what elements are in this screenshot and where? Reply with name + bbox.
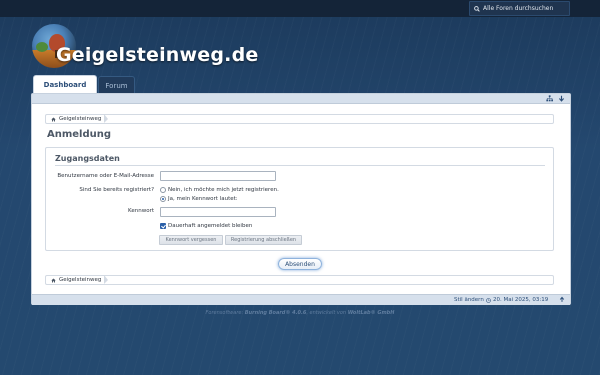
copyright-prefix: Forensoftware: [205, 310, 245, 316]
remember-me[interactable]: Dauerhaft angemeldet bleiben [160, 223, 252, 229]
clock-icon [486, 297, 491, 303]
home-icon [51, 278, 56, 283]
copyright-middle: , entwickelt von [306, 310, 348, 316]
radio-no-label: Nein, ich möchte mich jetzt registrieren… [168, 187, 279, 193]
username-input[interactable] [160, 171, 276, 181]
password-label: Kennwort [128, 208, 154, 214]
radio-register-now[interactable]: Nein, ich möchte mich jetzt registrieren… [160, 187, 279, 193]
footer-datetime: 20. Mai 2025, 03:19 [486, 297, 548, 303]
copyright-product[interactable]: Burning Board® 4.0.6 [245, 310, 307, 316]
breadcrumb: Geigelsteinweg [45, 114, 554, 124]
scroll-top-button[interactable] [559, 296, 565, 305]
search-placeholder: Alle Foren durchsuchen [483, 5, 554, 12]
breadcrumb-separator [104, 114, 109, 124]
remember-label: Dauerhaft angemeldet bleiben [168, 223, 253, 229]
radio-yes-label: Ja, mein Kennwort lautet: [168, 196, 238, 202]
remember-checkbox[interactable] [160, 223, 166, 229]
panel-toolbar [32, 94, 570, 104]
home-icon [51, 117, 56, 122]
submit-button[interactable]: Absenden [278, 258, 322, 270]
search-box[interactable]: Alle Foren durchsuchen [469, 1, 570, 16]
legend-divider [55, 165, 545, 166]
breadcrumb-bottom: Geigelsteinweg [45, 275, 554, 285]
finish-registration-button[interactable]: Registrierung abschließen [225, 235, 302, 245]
breadcrumb-separator [104, 275, 109, 285]
top-bar: Alle Foren durchsuchen [0, 0, 600, 17]
radio-yes[interactable] [160, 196, 166, 202]
username-label: Benutzername oder E-Mail-Adresse [57, 173, 154, 179]
radio-no[interactable] [160, 187, 166, 193]
registered-question-label: Sind Sie bereits registriert? [79, 187, 154, 193]
breadcrumb-item-home-bottom[interactable]: Geigelsteinweg [59, 277, 101, 283]
arrow-up-icon[interactable] [559, 296, 565, 303]
footer-bar: Stil ändern 20. Mai 2025, 03:19 [32, 294, 570, 305]
search-icon [474, 5, 480, 12]
copyright-line: Forensoftware: Burning Board® 4.0.6, ent… [0, 310, 600, 316]
content-panel: Geigelsteinweg Anmeldung Zugangsdaten Be… [31, 93, 571, 305]
tab-dashboard[interactable]: Dashboard [33, 75, 97, 94]
sitemap-icon[interactable] [546, 95, 553, 102]
copyright-vendor[interactable]: WoltLab® GmbH [348, 310, 395, 316]
breadcrumb-item-home[interactable]: Geigelsteinweg [59, 116, 101, 122]
footer-datetime-text: 20. Mai 2025, 03:19 [493, 297, 549, 303]
site-title[interactable]: Geigelsteinweg.de [56, 44, 258, 66]
tab-forum[interactable]: Forum [98, 76, 135, 94]
arrow-down-icon[interactable] [558, 95, 565, 102]
page-title: Anmeldung [47, 129, 112, 140]
radio-have-password[interactable]: Ja, mein Kennwort lautet: [160, 196, 238, 202]
fieldset-legend: Zugangsdaten [55, 154, 120, 163]
forgot-password-button[interactable]: Kennwort vergessen [159, 235, 223, 245]
password-input[interactable] [160, 207, 276, 217]
style-change-link[interactable]: Stil ändern [454, 297, 484, 303]
